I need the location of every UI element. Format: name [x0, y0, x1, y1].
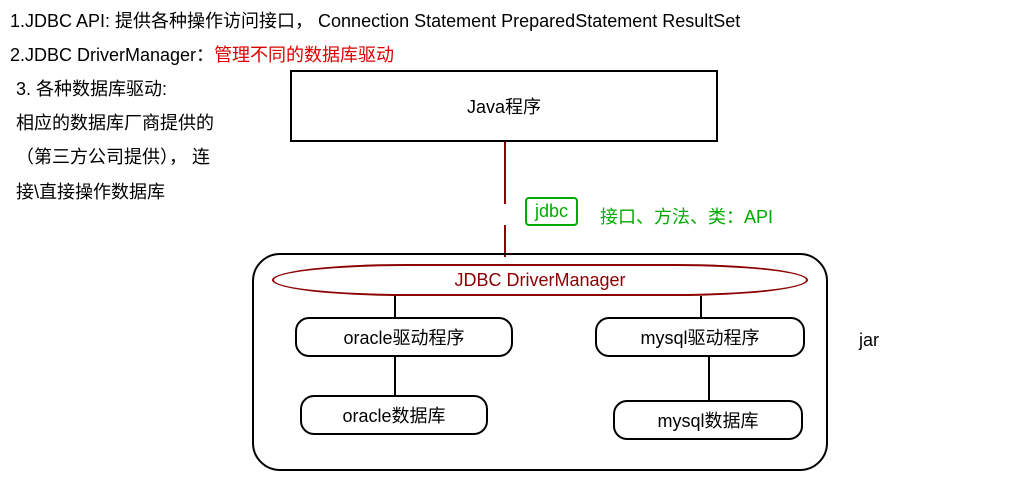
note-item-2-prefix: 2.JDBC DriverManager： — [10, 45, 214, 65]
note-item-2-red: 管理不同的数据库驱动 — [214, 45, 394, 65]
connector-oracle-db — [394, 357, 396, 395]
java-program-box: Java程序 — [290, 70, 718, 142]
jdbc-badge: jdbc — [525, 197, 578, 226]
connector-dm-mysql — [700, 296, 702, 317]
connector-mysql-db — [708, 357, 710, 400]
note-item-1: 1.JDBC API: 提供各种操作访问接口， Connection State… — [10, 4, 740, 38]
oracle-db-label: oracle数据库 — [342, 402, 445, 428]
note-3-line: 3. 各种数据库驱动: — [16, 72, 248, 106]
mysql-driver-label: mysql驱动程序 — [640, 324, 759, 350]
oracle-driver-box: oracle驱动程序 — [295, 317, 513, 357]
jdbc-badge-text: jdbc — [535, 201, 568, 221]
connector-line-top — [504, 142, 506, 204]
jar-label: jar — [859, 330, 879, 351]
notes-list: 1.JDBC API: 提供各种操作访问接口， Connection State… — [10, 4, 740, 72]
java-program-label: Java程序 — [467, 93, 541, 119]
note-3-line: （第三方公司提供）， 连 — [16, 140, 248, 174]
api-description: 接口、方法、类：API — [600, 203, 773, 229]
driver-manager-bar: JDBC DriverManager — [272, 264, 808, 296]
mysql-db-box: mysql数据库 — [613, 400, 803, 440]
oracle-db-box: oracle数据库 — [300, 395, 488, 435]
driver-manager-label: JDBC DriverManager — [454, 270, 625, 291]
note-item-3: 3. 各种数据库驱动: 相应的数据库厂商提供的 （第三方公司提供）， 连 接\直… — [16, 72, 248, 209]
mysql-driver-box: mysql驱动程序 — [595, 317, 805, 357]
note-item-2: 2.JDBC DriverManager：管理不同的数据库驱动 — [10, 38, 740, 72]
note-3-line: 接\直接操作数据库 — [16, 175, 248, 209]
oracle-driver-label: oracle驱动程序 — [343, 324, 464, 350]
mysql-db-label: mysql数据库 — [657, 407, 758, 433]
connector-dm-oracle — [394, 296, 396, 317]
note-3-line: 相应的数据库厂商提供的 — [16, 106, 248, 140]
